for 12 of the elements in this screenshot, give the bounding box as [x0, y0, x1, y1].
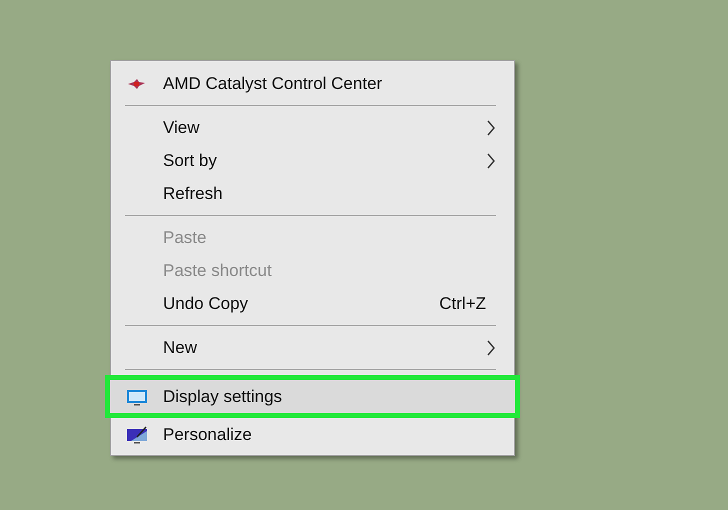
chevron-icon: [486, 338, 496, 356]
menu-item[interactable]: Undo Copy Ctrl+Z: [111, 287, 514, 320]
chevron-icon: [486, 152, 496, 170]
menu-item[interactable]: View: [111, 111, 514, 144]
menu-item[interactable]: Refresh: [111, 177, 514, 210]
chevron-icon: [486, 118, 496, 136]
personalize-icon: [125, 424, 149, 444]
menu-item[interactable]: AMD Catalyst Control Center: [111, 67, 514, 100]
menu-item[interactable]: Sort by: [111, 144, 514, 177]
menu-item[interactable]: Personalize: [111, 418, 514, 451]
menu-item[interactable]: New: [111, 331, 514, 364]
menu-item[interactable]: Display settings: [105, 375, 520, 418]
